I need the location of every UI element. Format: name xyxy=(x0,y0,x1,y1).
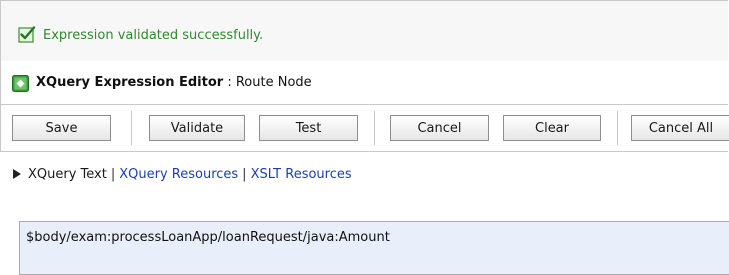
cancel-all-button[interactable]: Cancel All xyxy=(631,115,729,141)
tab-xquery-resources[interactable]: XQuery Resources xyxy=(119,167,238,182)
nav-separator: | xyxy=(110,167,116,182)
xquery-expression-textarea[interactable]: $body/exam:processLoanApp/loanRequest/ja… xyxy=(19,221,729,275)
tab-xslt-resources[interactable]: XSLT Resources xyxy=(251,167,352,182)
checkbox-check-icon xyxy=(18,26,36,43)
title-separator: : xyxy=(223,75,236,90)
resource-nav: XQuery Text | XQuery Resources | XSLT Resour… xyxy=(13,167,352,182)
toolbar-divider xyxy=(617,111,618,145)
editor-subtitle: Route Node xyxy=(235,75,312,90)
nav-separator: | xyxy=(242,167,247,182)
toolbar-divider xyxy=(374,111,375,145)
expand-icon[interactable] xyxy=(12,75,29,92)
validate-button[interactable]: Validate xyxy=(149,115,245,141)
save-button[interactable]: Save xyxy=(12,115,111,141)
tab-xquery-text[interactable]: XQuery Text xyxy=(28,167,107,182)
page-title: XQuery Expression Editor : Route Node xyxy=(36,75,312,90)
test-button[interactable]: Test xyxy=(259,115,358,141)
status-message: Expression validated successfully. xyxy=(43,28,264,43)
clear-button[interactable]: Clear xyxy=(503,115,601,141)
toolbar-divider xyxy=(131,111,132,145)
cancel-button[interactable]: Cancel xyxy=(390,115,489,141)
toolbar: Save Validate Test Cancel Clear Cancel A… xyxy=(0,105,729,152)
status-bar: Expression validated successfully. xyxy=(0,0,728,62)
editor-header: XQuery Expression Editor : Route Node xyxy=(0,61,728,105)
play-arrow-icon xyxy=(13,169,21,179)
expression-text: $body/exam:processLoanApp/loanRequest/ja… xyxy=(26,230,390,245)
editor-title: XQuery Expression Editor xyxy=(36,75,224,90)
